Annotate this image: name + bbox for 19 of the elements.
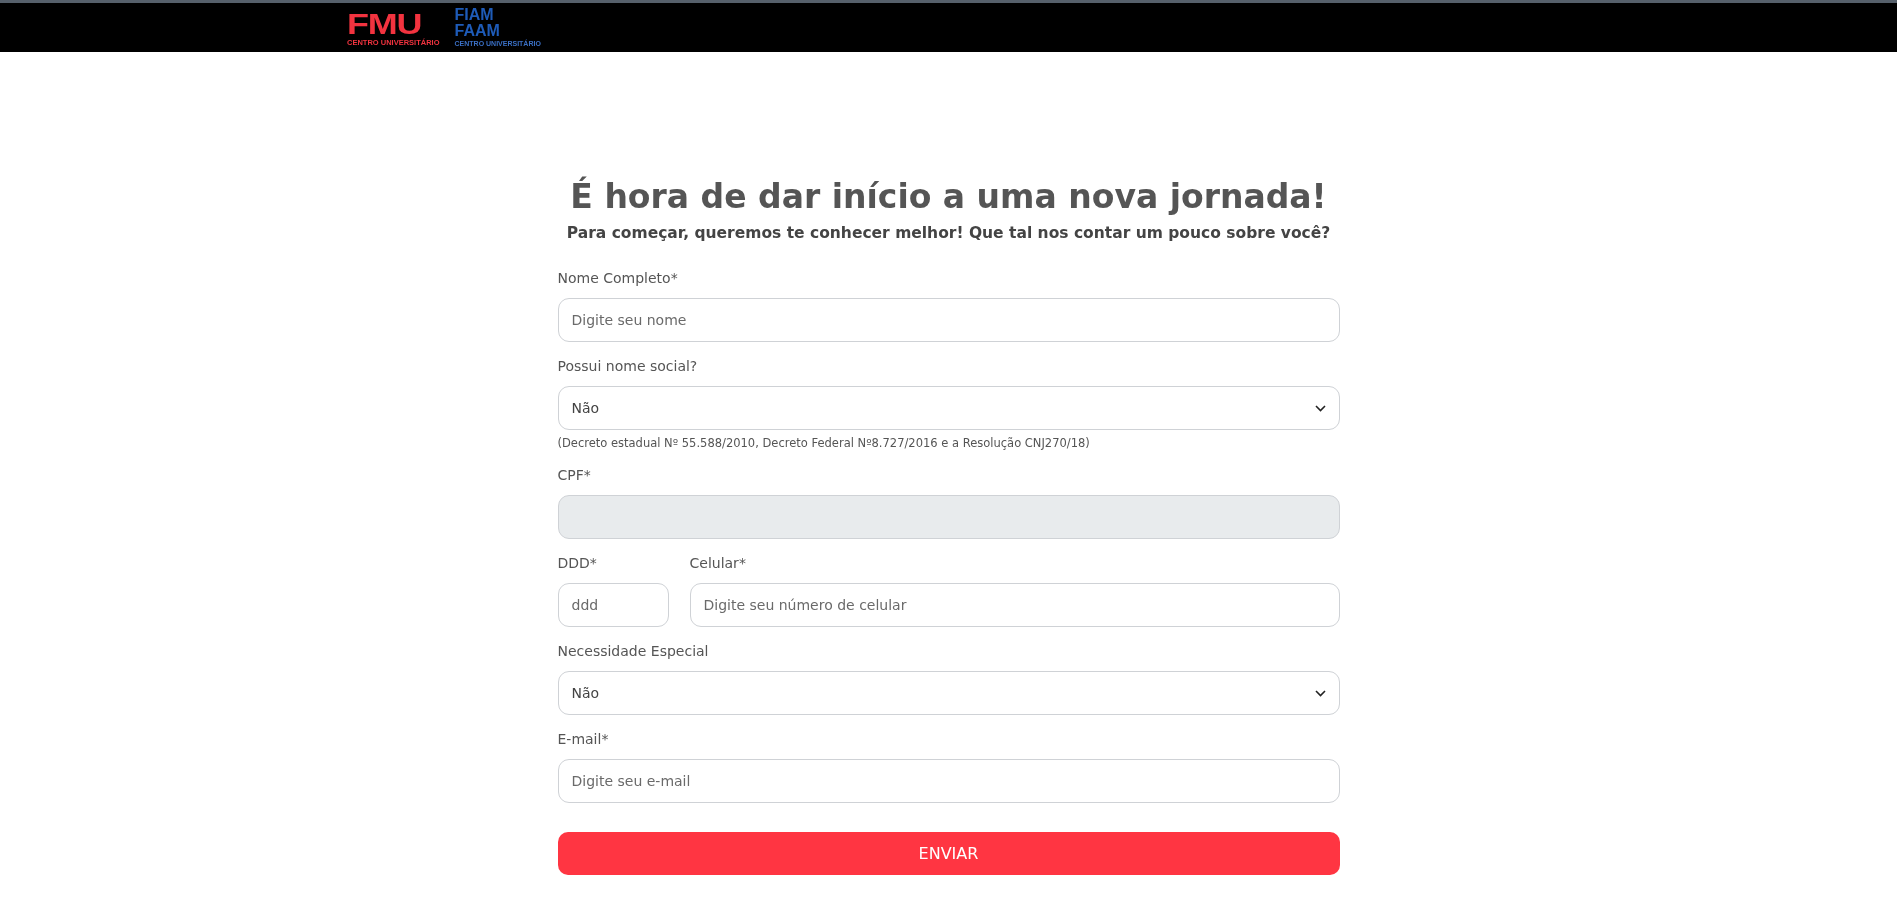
legal-note: (Decreto estadual Nº 55.588/2010, Decreto Federal Nº8.727/2016 e a Resolução CNJ270/18) (557, 435, 1091, 451)
field-label: Necessidade Especial (557, 642, 710, 661)
input-field[interactable]: Digite seu número de celular (689, 583, 1340, 627)
input-field[interactable]: Digite seu e-mail (557, 759, 1340, 803)
field-label: Nome Completo* (557, 269, 679, 288)
select-field[interactable]: Não (557, 671, 1340, 715)
select-field[interactable]: Não (557, 386, 1340, 430)
input-field[interactable]: ddd (557, 583, 669, 627)
field-label: Celular* (689, 554, 747, 573)
subtitle: Para começar, queremos te conhecer melhor! Que tal nos contar um pouco sobre você? (565, 223, 1332, 244)
field-label: CPF* (557, 466, 592, 485)
field-label: Possui nome social? (557, 357, 699, 376)
chevron-down-icon (1314, 689, 1326, 697)
field-label: DDD* (557, 554, 598, 573)
input-field[interactable]: Digite seu nome (557, 298, 1340, 342)
chevron-down-icon (1314, 404, 1326, 412)
page-title: É hora de dar início a uma nova jornada! (569, 175, 1328, 218)
field-label: E-mail* (557, 730, 610, 749)
submit-button[interactable]: ENVIAR (557, 832, 1340, 875)
